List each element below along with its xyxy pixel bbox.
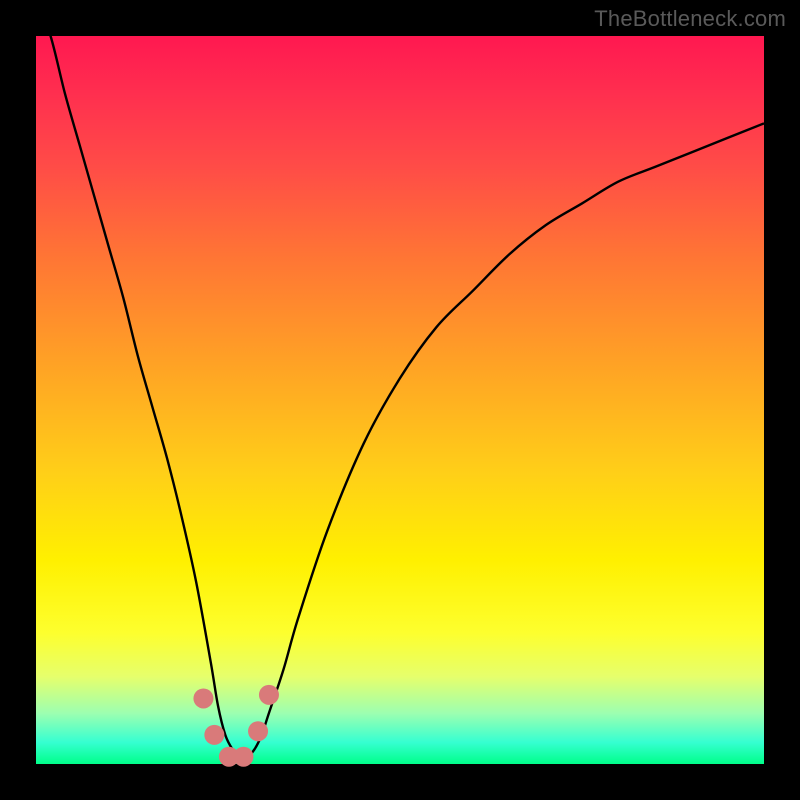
curve-marker — [259, 685, 279, 705]
curve-marker — [193, 688, 213, 708]
outer-frame: TheBottleneck.com — [0, 0, 800, 800]
watermark-text: TheBottleneck.com — [594, 6, 786, 32]
curve-marker — [248, 721, 268, 741]
curve-marker — [233, 747, 253, 767]
curve-layer — [36, 0, 764, 758]
chart-svg — [36, 36, 764, 764]
curve-marker — [204, 725, 224, 745]
bottleneck-curve — [36, 0, 764, 758]
curve-markers-group — [193, 685, 279, 767]
